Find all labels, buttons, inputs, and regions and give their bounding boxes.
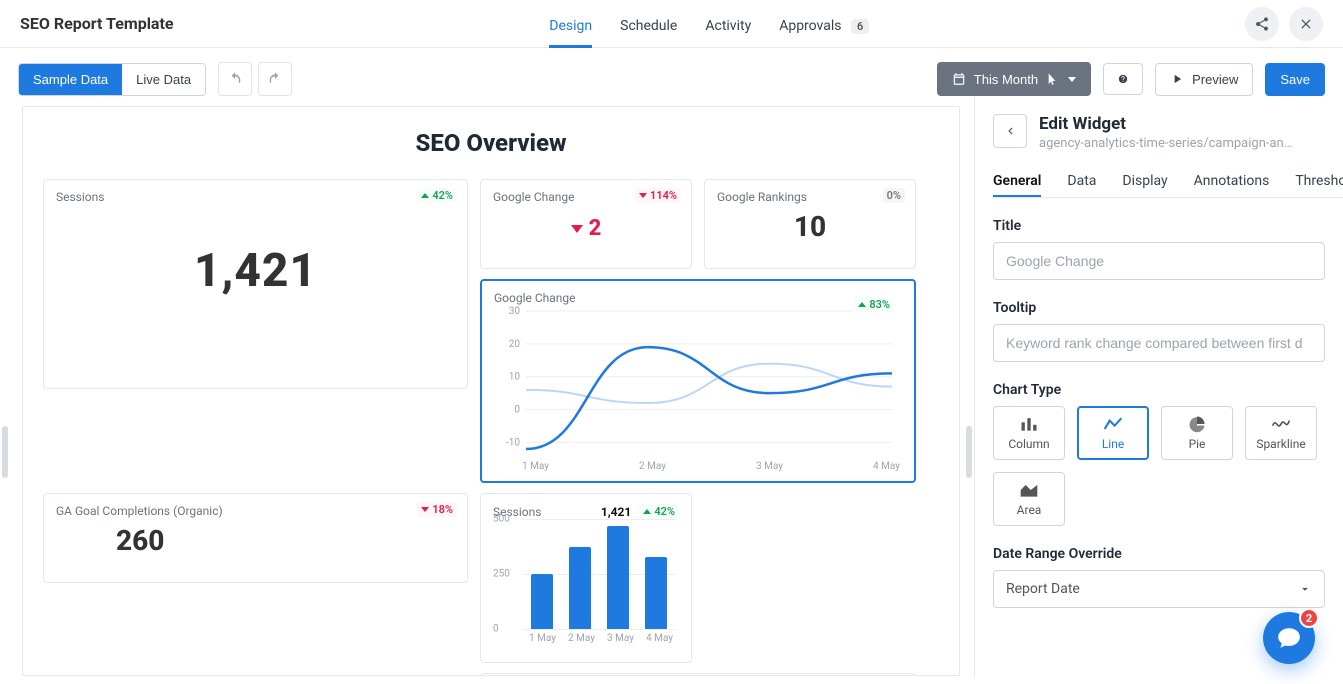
delta-badge: 42% (639, 504, 679, 519)
column-chart-icon (1019, 415, 1039, 433)
card-title: Sessions (56, 190, 455, 204)
card-title: Google Rankings (717, 190, 903, 204)
card-ga-goal[interactable]: GA Goal Completions (Organic) 18% 260 (43, 493, 468, 583)
calendar-icon (952, 72, 966, 86)
tab-approvals[interactable]: Approvals 6 (779, 4, 869, 44)
sidepanel-tab-general[interactable]: General (993, 165, 1041, 197)
sidepanel-tab-display[interactable]: Display (1122, 165, 1167, 197)
chart-type-label: Chart Type (993, 382, 1325, 398)
chat-icon (1276, 625, 1302, 651)
stat-value: 260 (116, 524, 455, 557)
sidepanel: Edit Widget agency-analytics-time-series… (974, 96, 1343, 676)
pie-chart-icon (1187, 415, 1207, 433)
card-google-rankings[interactable]: Google Rankings 0% 10 (704, 179, 916, 269)
chevron-left-icon (1003, 124, 1017, 138)
approvals-count-badge: 6 (851, 19, 869, 34)
back-button[interactable] (993, 114, 1027, 148)
chart-type-line[interactable]: Line (1077, 406, 1149, 460)
card-sessions-bar[interactable]: Sessions 1,421 42% 0250500 1 May2 May3 M… (480, 493, 692, 663)
sidepanel-tab-annotations[interactable]: Annotations (1194, 165, 1270, 197)
live-data-button[interactable]: Live Data (122, 64, 205, 95)
stat-value: 1,421 (601, 505, 632, 519)
card-google-change-chart[interactable]: Google Change 11 83% -100102030 1 May2 M… (480, 279, 916, 483)
line-chart-icon (1103, 415, 1123, 433)
undo-button[interactable] (218, 62, 252, 96)
share-button[interactable] (1245, 7, 1279, 41)
cursor-pointer-icon (1046, 71, 1060, 87)
tab-design[interactable]: Design (549, 4, 592, 44)
play-icon (1170, 72, 1184, 86)
tab-activity[interactable]: Activity (705, 4, 751, 44)
chart-type-sparkline[interactable]: Sparkline (1245, 406, 1317, 460)
page-title: SEO Report Template (20, 14, 174, 33)
stat-value: 10 (717, 210, 903, 243)
sparkline-icon (1271, 415, 1291, 433)
delta-badge: 18% (417, 502, 457, 517)
delta-badge-pct: 83% (854, 297, 894, 312)
help-button[interactable] (1103, 63, 1143, 95)
redo-button[interactable] (258, 62, 292, 96)
canvas-heading: SEO Overview (43, 129, 939, 157)
preview-label: Preview (1192, 72, 1238, 87)
canvas: SEO Overview Sessions 42% 1,421 Google C… (22, 106, 960, 676)
data-mode-toggle: Sample Data Live Data (18, 63, 206, 96)
chart-type-area[interactable]: Area (993, 472, 1065, 526)
card-title: Google Change (494, 291, 902, 305)
stat-value: 2 (493, 216, 679, 241)
area-chart-icon (1019, 481, 1039, 499)
stat-value: 1,421 (56, 244, 455, 298)
help-icon (1118, 72, 1128, 86)
svg-text:20: 20 (509, 339, 521, 350)
share-icon (1254, 16, 1270, 32)
sidepanel-tab-data[interactable]: Data (1067, 165, 1096, 197)
svg-text:-10: -10 (506, 437, 520, 448)
chart-type-column[interactable]: Column (993, 406, 1065, 460)
undo-icon (227, 71, 243, 87)
sidepanel-subtitle: agency-analytics-time-series/campaign-an… (1039, 136, 1292, 151)
card-google-change-small[interactable]: Google Change 114% 2 (480, 179, 692, 269)
line-chart: -10 0 10 20 30 (494, 305, 902, 455)
sample-data-button[interactable]: Sample Data (19, 64, 122, 95)
date-range-override-select[interactable]: Report Date (993, 570, 1325, 608)
title-input[interactable] (993, 242, 1325, 280)
delta-badge: 42% (417, 188, 457, 203)
canvas-right-handle[interactable] (966, 426, 972, 478)
sidepanel-tab-thresholds[interactable]: Thresho (1295, 165, 1343, 197)
tab-approvals-label: Approvals (779, 18, 841, 34)
tooltip-field-label: Tooltip (993, 300, 1325, 316)
date-range-dropdown[interactable]: This Month (937, 62, 1091, 96)
tooltip-input[interactable] (993, 324, 1325, 362)
chevron-down-icon (1068, 77, 1076, 82)
card-title: GA Goal Completions (Organic) (56, 504, 455, 518)
title-field-label: Title (993, 218, 1325, 234)
delta-badge: 114% (635, 188, 681, 203)
chat-badge: 2 (1299, 608, 1319, 628)
card-sessions-big[interactable]: Sessions 42% 1,421 (43, 179, 468, 389)
chat-button[interactable]: 2 (1263, 612, 1315, 664)
sidepanel-title: Edit Widget (1039, 114, 1292, 134)
svg-text:30: 30 (509, 306, 521, 317)
date-range-override-label: Date Range Override (993, 546, 1325, 562)
date-range-label: This Month (974, 72, 1038, 87)
tab-schedule[interactable]: Schedule (620, 4, 677, 44)
svg-text:10: 10 (509, 372, 521, 383)
chevron-down-icon (1298, 582, 1312, 596)
date-range-override-value: Report Date (1006, 581, 1080, 597)
close-button[interactable] (1289, 7, 1323, 41)
delta-badge: 0% (883, 188, 905, 203)
chart-type-pie[interactable]: Pie (1161, 406, 1233, 460)
close-icon (1298, 16, 1314, 32)
preview-button[interactable]: Preview (1155, 63, 1253, 96)
save-button[interactable]: Save (1265, 63, 1325, 96)
canvas-left-handle[interactable] (2, 426, 8, 478)
redo-icon (267, 71, 283, 87)
card-top-pages[interactable]: Top Pages (Search Console) https://www.t… (480, 673, 916, 676)
svg-text:0: 0 (514, 405, 520, 416)
